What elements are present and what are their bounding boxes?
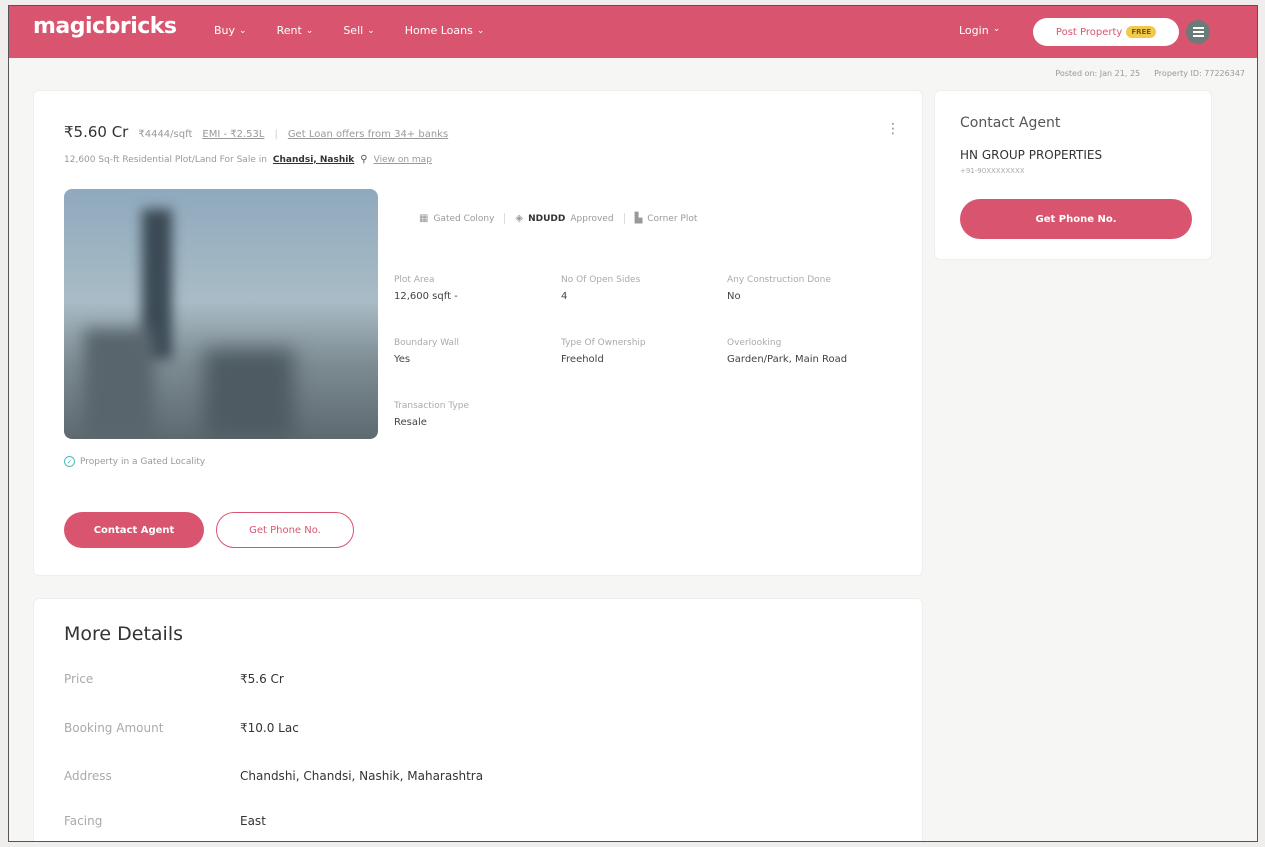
feature-tags: ▦ Gated Colony ◈ NDUDD Approved ▙ Corner… [409, 213, 707, 224]
corner-icon: ▙ [634, 213, 643, 224]
posted-on: Posted on: Jan 21, 25 [1055, 69, 1141, 78]
feature-label: Gated Colony [433, 213, 495, 224]
detail-value: Chandshi, Chandsi, Nashik, Maharashtra [240, 769, 484, 783]
attr-overlooking: Overlooking Garden/Park, Main Road [727, 338, 847, 365]
price: ₹5.60 Cr [64, 123, 129, 141]
chevron-down-icon: ⌄ [367, 25, 375, 36]
attr-ownership: Type Of Ownership Freehold [561, 338, 646, 365]
location-link[interactable]: Chandsi, Nashik [273, 155, 354, 165]
attr-boundary-wall: Boundary Wall Yes [394, 338, 459, 365]
detail-value: ₹10.0 Lac [240, 721, 299, 735]
attr-transaction-type: Transaction Type Resale [394, 401, 469, 428]
hamburger-menu-icon[interactable] [1186, 20, 1210, 44]
detail-value: ₹5.6 Cr [240, 672, 284, 686]
contact-title: Contact Agent [960, 115, 1061, 131]
contact-agent-button[interactable]: Contact Agent [64, 512, 204, 548]
price-per-sqft: ₹4444/sqft [138, 129, 193, 140]
attr-label: Type Of Ownership [561, 338, 646, 348]
feature-corner-plot: ▙ Corner Plot [625, 213, 708, 224]
nav-home-loans-label: Home Loans [404, 24, 473, 37]
post-property-button[interactable]: Post Property FREE [1033, 18, 1179, 46]
gated-note-text: Property in a Gated Locality [80, 456, 206, 467]
chevron-down-icon: ⌄ [305, 25, 314, 36]
shield-check-icon: ◈ [515, 213, 524, 224]
listing-subtitle: 12,600 Sq-ft Residential Plot/Land For S… [64, 154, 432, 165]
feature-label: NDUDD [528, 213, 566, 224]
nav-home-loans[interactable]: Home Loans ⌄ [405, 24, 485, 37]
nav-sell-label: Sell [343, 24, 364, 37]
building-icon: ▦ [419, 213, 429, 224]
check-circle-icon: ✓ [64, 456, 75, 467]
attr-value: Yes [394, 354, 411, 365]
login-menu[interactable]: Login ⌄ [959, 24, 1000, 37]
attr-label: Boundary Wall [394, 338, 460, 348]
nav-rent-label: Rent [276, 24, 302, 37]
feature-ndudd-approved: ◈ NDUDD Approved [505, 213, 625, 224]
listing-description: 12,600 Sq-ft Residential Plot/Land For S… [64, 154, 267, 165]
nav-buy[interactable]: Buy ⌄ [214, 24, 247, 37]
attr-label: No Of Open Sides [561, 275, 641, 285]
feature-label: Corner Plot [647, 213, 698, 224]
listing-meta: Posted on: Jan 21, 25 Property ID: 77226… [1055, 69, 1245, 78]
attr-value: Garden/Park, Main Road [727, 354, 848, 365]
nav-sell[interactable]: Sell ⌄ [343, 24, 374, 37]
top-header: magicbricks Buy ⌄ Rent ⌄ Sell ⌄ Home Loans ⌄… [9, 6, 1257, 58]
detail-value: East [240, 814, 266, 828]
detail-label: Price [64, 672, 94, 686]
attr-open-sides: No Of Open Sides 4 [561, 275, 640, 302]
divider: | [274, 129, 278, 140]
feature-gated-colony: ▦ Gated Colony [409, 213, 506, 224]
magicbricks-logo[interactable]: magicbricks [33, 14, 177, 39]
attr-construction: Any Construction Done No [727, 275, 831, 302]
page-frame: magicbricks Buy ⌄ Rent ⌄ Sell ⌄ Home Loans ⌄… [8, 5, 1258, 842]
agent-name: HN GROUP PROPERTIES [960, 148, 1103, 162]
nav-rent[interactable]: Rent ⌄ [277, 24, 314, 37]
more-details-card: More Details Price ₹5.6 Cr Booking Amoun… [33, 598, 923, 841]
feature-label-suffix: Approved [570, 213, 614, 224]
attr-label: Transaction Type [394, 401, 470, 411]
detail-row-booking: Booking Amount ₹10.0 Lac [64, 721, 299, 735]
detail-row-facing: Facing East [64, 814, 266, 828]
price-row: ₹5.60 Cr ₹4444/sqft EMI - ₹2.53L | Get L… [64, 123, 448, 141]
get-phone-button[interactable]: Get Phone No. [216, 512, 354, 548]
property-photo[interactable] [64, 189, 378, 439]
contact-agent-card: Contact Agent HN GROUP PROPERTIES +91-90… [934, 90, 1212, 260]
detail-label: Facing [64, 814, 103, 828]
detail-label: Address [64, 769, 112, 783]
detail-row-address: Address Chandshi, Chandsi, Nashik, Mahar… [64, 769, 483, 783]
more-options-icon[interactable]: ⋮ [886, 121, 900, 137]
chevron-down-icon: ⌄ [239, 25, 247, 36]
attr-plot-area: Plot Area 12,600 sqft - [394, 275, 458, 302]
loan-offers-link[interactable]: Get Loan offers from 34+ banks [288, 129, 448, 140]
attr-value: No [727, 291, 741, 302]
agent-phone: +91-90XXXXXXXX [960, 167, 1025, 175]
post-property-label: Post Property [1055, 26, 1123, 38]
main-nav: Buy ⌄ Rent ⌄ Sell ⌄ Home Loans ⌄ [214, 24, 514, 37]
map-pin-icon: ⚲ [360, 154, 368, 165]
emi-link[interactable]: EMI - ₹2.53L [202, 129, 264, 140]
listing-card: ₹5.60 Cr ₹4444/sqft EMI - ₹2.53L | Get L… [33, 90, 923, 576]
attr-label: Any Construction Done [727, 275, 831, 285]
nav-buy-label: Buy [214, 24, 236, 37]
detail-row-price: Price ₹5.6 Cr [64, 672, 284, 686]
attr-label: Overlooking [727, 338, 782, 348]
attr-value: Freehold [561, 354, 604, 365]
free-badge: FREE [1126, 26, 1157, 38]
attr-value: 12,600 sqft - [394, 291, 458, 302]
attr-value: 4 [561, 291, 568, 302]
property-id: Property ID: 77226347 [1154, 69, 1245, 78]
attr-value: Resale [394, 417, 427, 428]
view-on-map-link[interactable]: View on map [374, 155, 432, 165]
more-details-title: More Details [64, 623, 184, 645]
chevron-down-icon: ⌄ [992, 24, 1001, 34]
attr-label: Plot Area [394, 275, 435, 285]
contact-get-phone-button[interactable]: Get Phone No. [960, 199, 1192, 239]
gated-locality-note: ✓ Property in a Gated Locality [64, 456, 205, 467]
detail-label: Booking Amount [64, 721, 164, 735]
chevron-down-icon: ⌄ [476, 25, 485, 36]
login-label: Login [959, 24, 989, 37]
